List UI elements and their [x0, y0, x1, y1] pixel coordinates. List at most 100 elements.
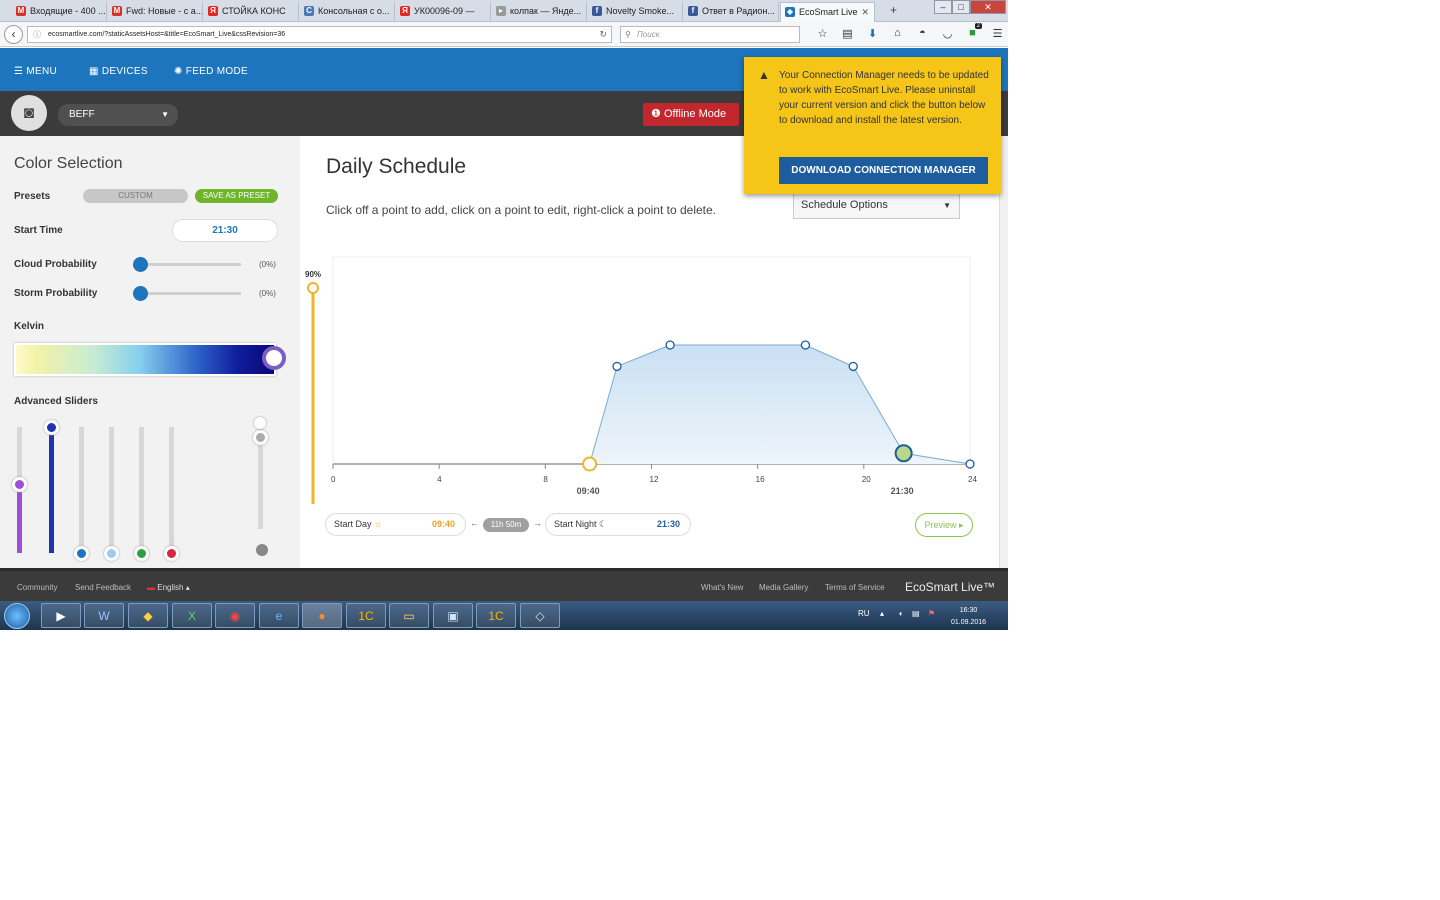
preview-button[interactable]: Preview ▸	[915, 513, 973, 537]
flag-icon: ▬	[147, 583, 155, 592]
word-icon[interactable]: W	[84, 603, 124, 628]
save-as-preset-button[interactable]: SAVE AS PRESET	[195, 189, 278, 203]
start-night-chip[interactable]: Start Night ☾ 21:30	[545, 513, 691, 536]
browser-tab[interactable]: f Novelty Smoke...	[588, 2, 683, 22]
sunset-point[interactable]	[894, 444, 913, 463]
url-bar[interactable]: ⓘ ecosmartlive.com/?staticAssetsHost=&ti…	[27, 26, 612, 43]
schedule-point[interactable]	[800, 340, 811, 350]
browser-tab[interactable]: Я СТОЙКА КОНС	[204, 2, 299, 22]
main-scrollbar[interactable]	[999, 136, 1008, 568]
browser-tab[interactable]: M Fwd: Новые - c а...	[108, 2, 203, 22]
whats-new-link[interactable]: What's New	[701, 583, 743, 592]
menu-icon[interactable]: ☰	[985, 27, 1008, 40]
start-time-label: Start Time	[14, 225, 63, 236]
advanced-slider-handle[interactable]	[164, 546, 179, 561]
1c-icon[interactable]: 1С	[346, 603, 386, 628]
devices-button[interactable]: ▦ DEVICES	[89, 66, 148, 77]
white-slider-top-knob[interactable]	[254, 417, 266, 429]
advanced-slider-light-blue[interactable]	[109, 427, 114, 553]
search-input[interactable]: ⚲ Поиск	[620, 26, 800, 43]
group-select[interactable]: BEFF ▼	[58, 104, 178, 126]
download-icon[interactable]: ⬇	[860, 27, 885, 40]
close-window-button[interactable]: ✕	[970, 0, 1006, 14]
custom-preset-button[interactable]: CUSTOM	[83, 189, 188, 203]
feed-mode-button[interactable]: ✺ FEED MODE	[174, 66, 248, 77]
back-button[interactable]: ‹	[4, 25, 23, 44]
download-connection-manager-button[interactable]: DOWNLOAD CONNECTION MANAGER	[779, 157, 988, 184]
pocket-icon[interactable]: ◡	[935, 27, 960, 40]
schedule-point[interactable]	[665, 340, 675, 350]
terms-of-service-link[interactable]: Terms of Service	[825, 583, 885, 592]
brightness-max-handle[interactable]	[307, 282, 319, 294]
schedule-point[interactable]	[965, 459, 975, 469]
menu-button[interactable]: ☰ MENU	[14, 66, 57, 77]
browser-tab[interactable]: M Входящие - 400 ...	[12, 2, 107, 22]
schedule-point[interactable]	[612, 361, 622, 372]
advanced-slider-red[interactable]	[169, 427, 174, 553]
extension-icon[interactable]: ■ 2	[960, 23, 985, 40]
home-icon[interactable]: ⌂	[885, 27, 910, 40]
firefox-icon[interactable]: ●	[302, 603, 342, 628]
close-tab-icon[interactable]: ✕	[861, 3, 869, 21]
network-tray-icon[interactable]: ▤	[912, 609, 920, 618]
community-link[interactable]: Community	[17, 583, 57, 592]
facebook-icon: f	[688, 6, 698, 16]
storm-slider-track[interactable]	[138, 292, 241, 295]
advanced-slider-handle[interactable]	[104, 546, 119, 561]
minimize-button[interactable]: –	[934, 0, 952, 14]
browser-tab[interactable]: ◆ EcoSmart Live ✕	[780, 2, 875, 22]
advanced-slider-blue[interactable]	[79, 427, 84, 553]
storm-slider-handle[interactable]	[133, 286, 148, 301]
advanced-slider-handle[interactable]	[253, 430, 268, 446]
volume-icon[interactable]: ◖	[898, 609, 903, 618]
excel-icon[interactable]: X	[172, 603, 212, 628]
sync-icon[interactable]: ◓	[910, 27, 935, 40]
browser-toolbar: ☆ ▤ ⬇ ⌂ ◓ ◡ ■ 2 ☰	[810, 23, 1008, 40]
browser-tab[interactable]: f Ответ в Радион...	[684, 2, 779, 22]
send-feedback-link[interactable]: Send Feedback	[75, 583, 131, 592]
reload-icon[interactable]: ↻	[599, 27, 607, 42]
advanced-slider-royal-blue[interactable]	[49, 427, 54, 553]
language-select[interactable]: ▬ English ▴	[147, 583, 190, 592]
offline-mode-button[interactable]: ❶ Offline Mode	[643, 103, 739, 126]
site-info-icon[interactable]: ⓘ	[33, 27, 41, 42]
network-icon[interactable]: ◇	[520, 603, 560, 628]
chrome-icon[interactable]: ◉	[215, 603, 255, 628]
tray-expand-icon[interactable]: ▴	[880, 609, 884, 618]
folder-icon[interactable]: ▭	[389, 603, 429, 628]
media-gallery-link[interactable]: Media Gallery	[759, 583, 808, 592]
language-indicator[interactable]: RU	[858, 609, 870, 618]
advanced-slider-handle[interactable]	[12, 476, 27, 492]
camera-icon[interactable]: ◙	[11, 95, 47, 131]
schedule-chart[interactable]: 90% 0 4 8 12 16 20 24 09:40 21:30	[300, 136, 1000, 568]
schedule-point[interactable]	[848, 361, 858, 372]
reading-list-icon[interactable]: ▤	[835, 27, 860, 40]
kelvin-gradient-slider[interactable]	[14, 343, 276, 376]
start-day-chip[interactable]: Start Day ☼ 09:40	[325, 513, 466, 536]
sunrise-point[interactable]	[582, 456, 598, 472]
1c-icon-2[interactable]: 1С	[476, 603, 516, 628]
start-button[interactable]	[4, 603, 30, 629]
cloud-slider-track[interactable]	[138, 263, 241, 266]
start-time-field[interactable]: 21:30	[172, 219, 278, 242]
remote-desktop-icon[interactable]: ▣	[433, 603, 473, 628]
browser-tab[interactable]: ▸ колпак — Янде...	[492, 2, 587, 22]
media-player-icon[interactable]: ▶	[41, 603, 81, 628]
advanced-slider-handle[interactable]	[134, 546, 149, 561]
cloud-slider-handle[interactable]	[133, 257, 148, 272]
system-clock[interactable]: 16:30 01.09.2016	[951, 605, 986, 629]
internet-explorer-icon[interactable]: e	[259, 603, 299, 628]
white-slider-min-knob[interactable]	[256, 544, 268, 556]
star-icon[interactable]: ☆	[810, 27, 835, 40]
ecosmart-logo: EcoSmart Live™	[905, 580, 996, 594]
app-icon[interactable]: ◆	[128, 603, 168, 628]
new-tab-button[interactable]: +	[890, 3, 897, 17]
advanced-slider-handle[interactable]	[74, 546, 89, 561]
maximize-button[interactable]: □	[952, 0, 970, 14]
advanced-slider-green[interactable]	[139, 427, 144, 553]
kelvin-slider-handle[interactable]	[262, 346, 286, 370]
advanced-slider-handle[interactable]	[44, 420, 59, 435]
browser-tab[interactable]: C Консольная с о...	[300, 2, 395, 22]
flag-tray-icon[interactable]: ⚑	[928, 609, 935, 618]
browser-tab[interactable]: Я УК00096-09 —	[396, 2, 491, 22]
